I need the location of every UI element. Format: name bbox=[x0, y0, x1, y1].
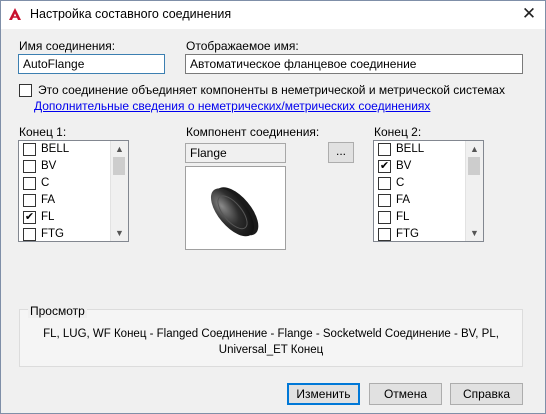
component-preview bbox=[185, 166, 286, 250]
display-name-label: Отображаемое имя: bbox=[186, 39, 299, 53]
end1-list[interactable]: BELL BV C FA ✔ FL FTG ▲ ▼ bbox=[18, 140, 129, 242]
dialog-window: Настройка составного соединения ✕ Имя со… bbox=[0, 0, 546, 414]
flange-icon bbox=[210, 187, 259, 237]
scroll-thumb[interactable] bbox=[113, 157, 125, 175]
item-checkbox[interactable]: ✔ bbox=[23, 211, 36, 224]
cancel-button[interactable]: Отмена bbox=[369, 383, 442, 405]
scroll-up-icon[interactable]: ▲ bbox=[466, 141, 483, 157]
end1-scrollbar[interactable]: ▲ ▼ bbox=[110, 141, 128, 241]
item-label: FL bbox=[41, 211, 55, 223]
connection-name-input[interactable]: AutoFlange bbox=[18, 54, 165, 74]
modify-button[interactable]: Изменить bbox=[287, 383, 360, 405]
browse-component-button[interactable]: ... bbox=[328, 142, 354, 163]
component-field: Flange bbox=[185, 143, 286, 163]
mixed-units-checkbox[interactable] bbox=[19, 84, 32, 97]
item-checkbox[interactable] bbox=[23, 160, 36, 173]
preview-line-2: Universal_ET Конец bbox=[218, 344, 324, 356]
scroll-up-icon[interactable]: ▲ bbox=[111, 141, 128, 157]
item-label: FA bbox=[41, 194, 56, 206]
scroll-down-icon[interactable]: ▼ bbox=[466, 225, 483, 241]
close-icon[interactable]: ✕ bbox=[517, 3, 541, 25]
help-button[interactable]: Справка bbox=[450, 383, 523, 405]
preview-line-1: FL, LUG, WF Конец - Flanged Соединение -… bbox=[43, 328, 499, 340]
item-checkbox[interactable]: ✔ bbox=[378, 160, 391, 173]
preview-description: FL, LUG, WF Конец - Flanged Соединение -… bbox=[20, 326, 522, 358]
item-checkbox[interactable] bbox=[378, 194, 391, 207]
mixed-units-info-link[interactable]: Дополнительные сведения о неметрических/… bbox=[34, 99, 430, 113]
scroll-down-icon[interactable]: ▼ bbox=[111, 225, 128, 241]
item-label: C bbox=[396, 177, 405, 189]
item-label: FTG bbox=[396, 228, 419, 240]
item-label: BV bbox=[396, 160, 412, 172]
component-label: Компонент соединения: bbox=[186, 125, 320, 139]
title-bar: Настройка составного соединения ✕ bbox=[1, 1, 545, 29]
item-checkbox[interactable] bbox=[23, 228, 36, 241]
window-title: Настройка составного соединения bbox=[30, 7, 232, 21]
item-checkbox[interactable] bbox=[378, 211, 391, 224]
preview-group: FL, LUG, WF Конец - Flanged Соединение -… bbox=[19, 309, 523, 367]
display-name-input[interactable]: Автоматическое фланцевое соединение bbox=[185, 54, 523, 74]
item-checkbox[interactable] bbox=[378, 143, 391, 156]
item-checkbox[interactable] bbox=[23, 194, 36, 207]
item-label: FL bbox=[396, 211, 410, 223]
scroll-thumb[interactable] bbox=[468, 157, 480, 175]
item-label: BELL bbox=[396, 143, 425, 155]
item-label: FA bbox=[396, 194, 411, 206]
item-label: FTG bbox=[41, 228, 64, 240]
item-label: BV bbox=[41, 160, 57, 172]
item-checkbox[interactable] bbox=[23, 177, 36, 190]
item-checkbox[interactable] bbox=[23, 143, 36, 156]
autocad-icon bbox=[9, 8, 21, 20]
end1-label: Конец 1: bbox=[19, 125, 67, 139]
end2-label: Конец 2: bbox=[374, 125, 422, 139]
end2-list[interactable]: BELL ✔ BV C FA FL FTG ▲ ▼ bbox=[373, 140, 484, 242]
item-checkbox[interactable] bbox=[378, 228, 391, 241]
end2-scrollbar[interactable]: ▲ ▼ bbox=[465, 141, 483, 241]
item-checkbox[interactable] bbox=[378, 177, 391, 190]
item-label: BELL bbox=[41, 143, 70, 155]
item-label: C bbox=[41, 177, 50, 189]
connection-name-label: Имя соединения: bbox=[19, 39, 116, 53]
mixed-units-label: Это соединение объединяет компоненты в н… bbox=[38, 83, 505, 97]
preview-group-label: Просмотр bbox=[28, 304, 87, 318]
